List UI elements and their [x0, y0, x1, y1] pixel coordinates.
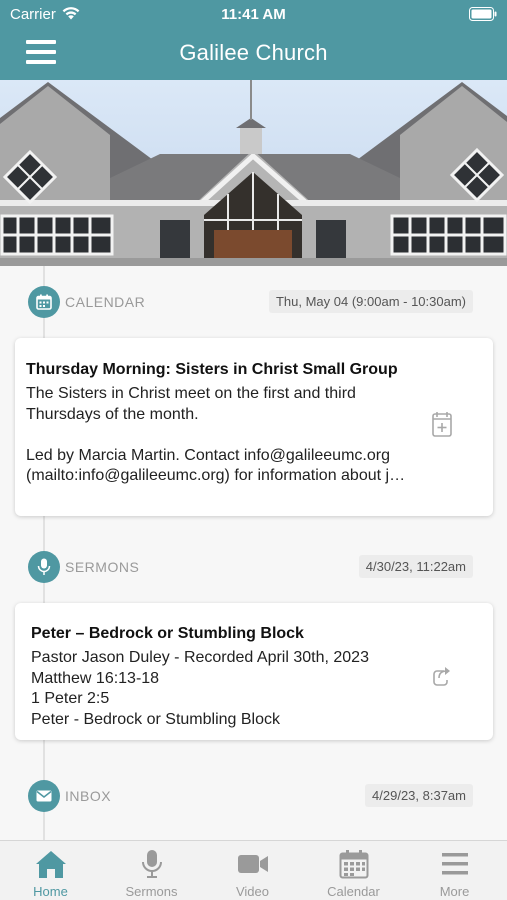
add-to-calendar-icon[interactable] [432, 411, 452, 442]
inbox-section-label: INBOX [65, 788, 112, 804]
calendar-icon [303, 849, 404, 879]
video-camera-icon [202, 849, 303, 879]
church-banner-image [0, 80, 507, 266]
envelope-icon [28, 780, 60, 812]
tab-calendar[interactable]: Calendar [303, 841, 404, 900]
bottom-tab-bar: Home Sermons Video Calendar More [0, 840, 507, 900]
tab-home-label: Home [33, 884, 68, 899]
share-icon[interactable] [431, 664, 451, 691]
microphone-icon [28, 551, 60, 583]
tab-more-label: More [439, 884, 470, 899]
sermon-date: 4/30/23, 11:22am [358, 555, 473, 578]
microphone-icon [101, 849, 202, 879]
tab-sermons-label: Sermons [125, 884, 178, 899]
inbox-date: 4/29/23, 8:37am [365, 784, 473, 807]
sermons-section-header: SERMONS 4/30/23, 11:22am [0, 551, 507, 585]
sermon-card[interactable]: Peter – Bedrock or Stumbling Block Pasto… [15, 603, 493, 740]
calendar-event-description: The Sisters in Christ meet on the first … [26, 385, 406, 484]
tab-video[interactable]: Video [202, 841, 303, 900]
calendar-section-label: CALENDAR [65, 294, 146, 310]
tab-sermons[interactable]: Sermons [101, 841, 202, 900]
page-title: Galilee Church [179, 40, 328, 65]
home-icon [0, 849, 101, 879]
top-bar: Carrier 11:41 AM Galilee Church [0, 0, 507, 80]
sermons-section-label: SERMONS [65, 559, 140, 575]
battery-icon [469, 7, 497, 26]
tab-home[interactable]: Home [0, 841, 101, 900]
status-bar: Carrier 11:41 AM [0, 0, 507, 28]
sermon-title: Peter – Bedrock or Stumbling Block [31, 625, 304, 642]
inbox-section-header: INBOX 4/29/23, 8:37am [0, 780, 507, 814]
tab-calendar-label: Calendar [327, 884, 380, 899]
calendar-icon [28, 286, 60, 318]
tab-more[interactable]: More [404, 841, 505, 900]
calendar-event-title: Thursday Morning: Sisters in Christ Smal… [26, 361, 398, 378]
calendar-section-header: CALENDAR Thu, May 04 (9:00am - 10:30am) [0, 286, 507, 320]
sermon-description: Pastor Jason Duley - Recorded April 30th… [31, 649, 369, 728]
tab-video-label: Video [235, 884, 269, 899]
calendar-event-date: Thu, May 04 (9:00am - 10:30am) [268, 290, 473, 313]
calendar-event-card[interactable]: Thursday Morning: Sisters in Christ Smal… [15, 338, 493, 516]
status-time: 11:41 AM [221, 6, 286, 23]
more-lines-icon [404, 849, 505, 879]
